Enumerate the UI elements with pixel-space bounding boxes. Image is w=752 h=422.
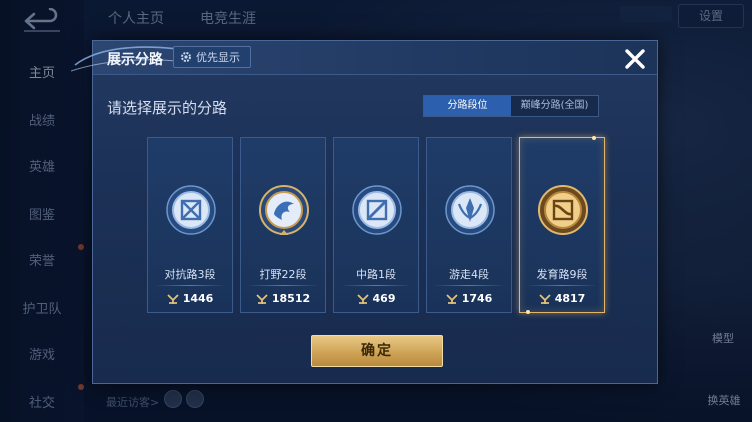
divider: [154, 285, 226, 286]
lane-points-value: 4817: [554, 292, 586, 305]
jungle-emblem-icon: [259, 185, 309, 235]
divider: [433, 285, 505, 286]
mid-lane-emblem-icon: [352, 185, 402, 235]
corner-sparkle: [526, 310, 530, 314]
lane-card-clash[interactable]: 对抗路3段 1446: [147, 137, 233, 313]
farm-lane-emblem-icon: [538, 185, 588, 235]
corner-sparkle: [592, 136, 596, 140]
lane-points: 1446: [148, 292, 232, 305]
lane-card-mid[interactable]: 中路1段 469: [333, 137, 419, 313]
dialog-title: 展示分路: [107, 52, 163, 68]
divider: [526, 285, 598, 286]
points-icon: [539, 293, 551, 304]
gear-icon: [181, 52, 191, 62]
lane-points: 1746: [427, 292, 511, 305]
dialog-subtitle: 请选择展示的分路: [107, 99, 228, 117]
dialog-header: 展示分路 优先显示: [71, 41, 657, 75]
lane-rank-label: 对抗路3段: [164, 268, 216, 281]
lane-card-roam[interactable]: 游走4段 1746: [426, 137, 512, 313]
lane-display-dialog: 展示分路 优先显示 请选择展示的分路 分路段位 巅峰分路(全国) 对抗路3段 1…: [71, 40, 658, 384]
lane-rank-label: 打野22段: [259, 268, 307, 281]
lane-points-value: 18512: [271, 292, 311, 305]
lane-points: 4817: [520, 292, 604, 305]
toggle-peak-lane[interactable]: 巅峰分路(全国): [511, 96, 598, 116]
divider: [247, 285, 319, 286]
points-icon: [446, 293, 458, 304]
divider: [340, 285, 412, 286]
points-icon: [167, 293, 179, 304]
lane-points-value: 1446: [182, 292, 214, 305]
close-button[interactable]: [613, 43, 657, 75]
lane-points-value: 469: [372, 292, 396, 305]
lane-rank-label: 发育路9段: [536, 268, 588, 281]
points-icon: [356, 293, 369, 304]
lane-card-jungle[interactable]: 打野22段 18512: [240, 137, 326, 313]
priority-display-button[interactable]: 优先显示: [173, 46, 251, 68]
priority-display-label: 优先显示: [196, 51, 240, 64]
lane-rank-label: 游走4段: [449, 268, 489, 281]
lane-points-value: 1746: [461, 292, 493, 305]
toggle-lane-rank[interactable]: 分路段位: [424, 96, 511, 116]
lane-points: 18512: [241, 292, 325, 305]
lane-points: 469: [334, 292, 418, 305]
confirm-button[interactable]: 确定: [311, 335, 443, 367]
lane-card-farm[interactable]: 发育路9段 4817: [519, 136, 605, 314]
lane-type-toggle: 分路段位 巅峰分路(全国): [423, 95, 599, 117]
lane-rank-label: 中路1段: [356, 268, 396, 281]
roam-emblem-icon: [445, 185, 495, 235]
clash-lane-emblem-icon: [166, 185, 216, 235]
points-icon: [256, 293, 268, 304]
close-icon: [625, 49, 645, 69]
